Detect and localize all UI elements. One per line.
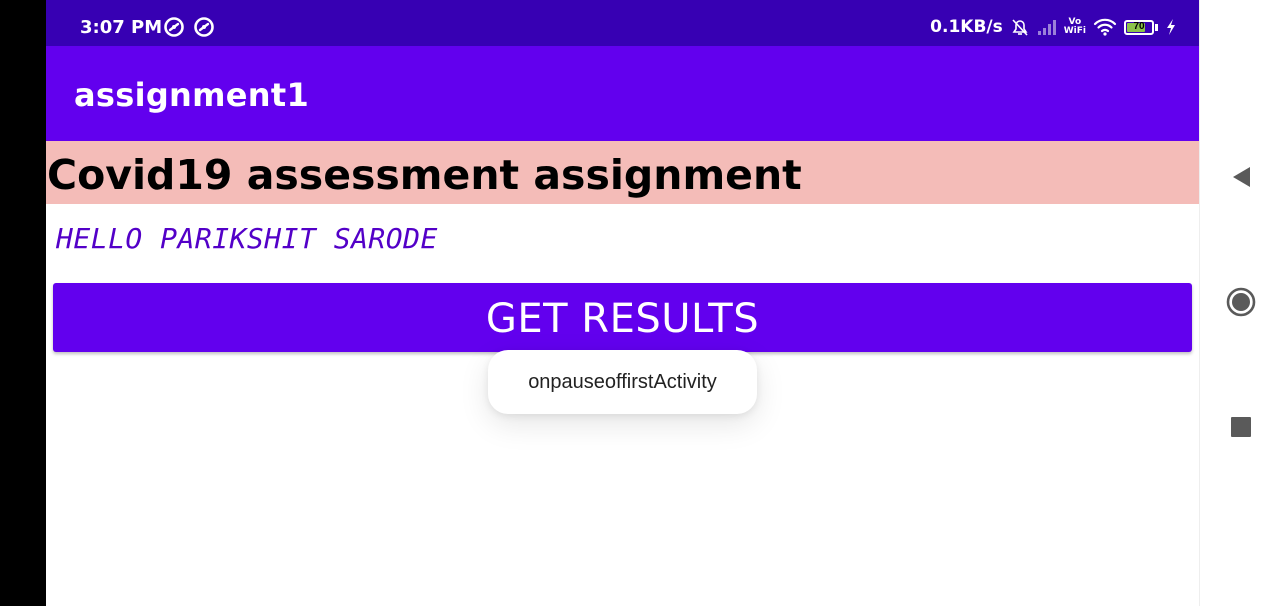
status-time: 3:07 PM [80,17,163,38]
back-button[interactable] [1224,160,1258,194]
vowifi-icon: Vo WiFi [1064,18,1086,36]
recents-button[interactable] [1224,410,1258,444]
signal-icon [1037,20,1056,35]
home-button[interactable] [1224,285,1258,319]
app-bar: assignment1 [46,46,1199,141]
get-results-label: GET RESULTS [485,296,760,342]
navigation-bar [1199,0,1280,606]
network-speed: 0.1KB/s [930,17,1003,37]
sync-circle-icon [194,17,214,37]
sync-circle-icon [164,17,184,37]
battery-icon: 70 [1124,19,1154,35]
vowifi-bottom-text: WiFi [1063,26,1086,36]
greeting-text: HELLO PARIKSHIT SARODE [56,222,438,255]
phone-screen: 3:07 PM 0.1KB/s Vo WiFi 70 assignment1 C… [46,0,1199,606]
wifi-icon [1093,18,1117,36]
home-circle-icon [1226,287,1256,317]
battery-nub [1155,23,1158,31]
toast-message: onpauseoffirstActivity [488,350,757,414]
alarm-off-icon [1012,19,1028,36]
heading-banner: Covid19 assessment assignment [46,141,1199,204]
toast-text: onpauseoffirstActivity [528,371,717,393]
recents-square-icon [1231,417,1251,437]
get-results-button[interactable]: GET RESULTS [53,283,1192,352]
page-heading: Covid19 assessment assignment [47,151,802,199]
left-bezel [0,0,46,606]
battery-level: 70 [1133,20,1145,32]
app-title: assignment1 [74,76,310,114]
charging-bolt-icon [1167,19,1175,35]
status-right-cluster: 0.1KB/s Vo WiFi 70 [930,15,1177,39]
status-bar: 3:07 PM 0.1KB/s Vo WiFi 70 [46,0,1199,46]
back-triangle-icon [1233,167,1250,187]
